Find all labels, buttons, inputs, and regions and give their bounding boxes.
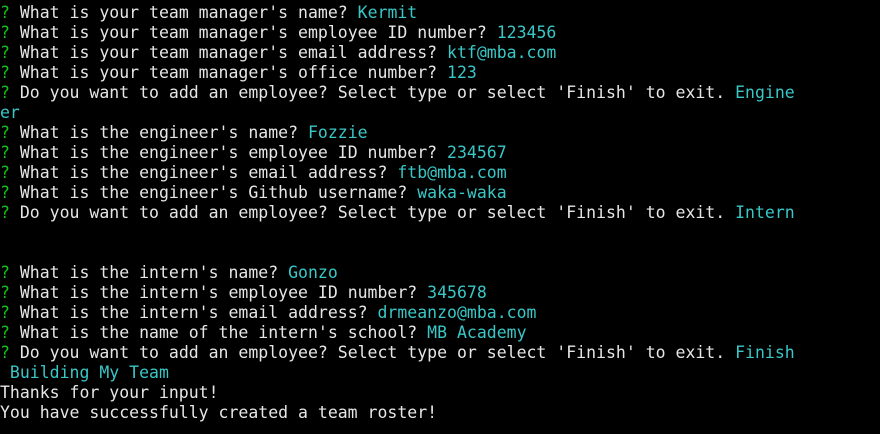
terminal-line-add-employee-2: ? Do you want to add an employee? Select… <box>0 203 880 223</box>
prompt-question: What is your team manager's name? <box>19 3 348 22</box>
prompt-answer: Finish <box>735 343 795 362</box>
prompt-question: What is the engineer's name? <box>19 123 299 142</box>
prompt-question: What is the name of the intern's school? <box>19 323 418 342</box>
terminal-line-manager-name: ? What is your team manager's name? Kerm… <box>0 3 880 23</box>
terminal-line-manager-email: ? What is your team manager's email addr… <box>0 43 880 63</box>
terminal-line-manager-id: ? What is your team manager's employee I… <box>0 23 880 43</box>
terminal-line-engineer-github: ? What is the engineer's Github username… <box>0 183 880 203</box>
prompt-marker: ? <box>0 283 10 302</box>
prompt-question: Do you want to add an employee? Select t… <box>19 203 726 222</box>
prompt-marker: ? <box>0 203 10 222</box>
prompt-marker: ? <box>0 43 10 62</box>
prompt-marker: ? <box>0 23 10 42</box>
prompt-question: What is the engineer's employee ID numbe… <box>19 143 438 162</box>
prompt-marker: ? <box>0 183 10 202</box>
prompt-question: What is the intern's employee ID number? <box>19 283 418 302</box>
terminal-line-engineer-email: ? What is the engineer's email address? … <box>0 163 880 183</box>
terminal-window[interactable]: ? What is your team manager's name? Kerm… <box>0 0 880 434</box>
prompt-answer: ftb@mba.com <box>397 163 507 182</box>
terminal-line-success: You have successfully created a team ros… <box>0 403 880 423</box>
prompt-question: What is your team manager's office numbe… <box>19 63 438 82</box>
terminal-line-intern-school: ? What is the name of the intern's schoo… <box>0 323 880 343</box>
prompt-question: Do you want to add an employee? Select t… <box>19 83 726 102</box>
prompt-answer: Kermit <box>357 3 418 22</box>
prompt-answer: Intern <box>735 203 795 222</box>
prompt-answer: 123 <box>447 63 477 82</box>
terminal-line-intern-email: ? What is the intern's email address? dr… <box>0 303 880 323</box>
prompt-question: What is the engineer's email address? <box>19 163 388 182</box>
prompt-answer: drmeanzo@mba.com <box>377 303 537 322</box>
prompt-answer: 234567 <box>447 143 507 162</box>
prompt-answer: Engine <box>735 83 795 102</box>
terminal-line-add-employee-3: ? Do you want to add an employee? Select… <box>0 343 880 363</box>
prompt-question: What is your team manager's employee ID … <box>19 23 487 42</box>
terminal-line-engineer-id: ? What is the engineer's employee ID num… <box>0 143 880 163</box>
prompt-question: Do you want to add an employee? Select t… <box>19 343 726 362</box>
prompt-marker: ? <box>0 343 10 362</box>
prompt-question: What is the intern's email address? <box>19 303 368 322</box>
prompt-marker: ? <box>0 83 10 102</box>
prompt-marker: ? <box>0 323 10 342</box>
terminal-line-intern-name: ? What is the intern's name? Gonzo <box>0 263 880 283</box>
prompt-question: What is the engineer's Github username? <box>19 183 408 202</box>
status-output: Building My Team <box>0 363 169 382</box>
output-text: Thanks for your input! <box>0 383 219 402</box>
output-text: You have successfully created a team ros… <box>0 403 438 422</box>
prompt-question: What is the intern's name? <box>19 263 279 282</box>
prompt-answer: Gonzo <box>288 263 338 282</box>
terminal-line-thanks: Thanks for your input! <box>0 383 880 403</box>
prompt-marker: ? <box>0 303 10 322</box>
prompt-answer-wrap: er <box>0 103 20 122</box>
prompt-question: What is your team manager's email addres… <box>19 43 438 62</box>
prompt-answer: ktf@mba.com <box>447 43 557 62</box>
prompt-marker: ? <box>0 143 10 162</box>
prompt-answer: Fozzie <box>307 123 368 142</box>
prompt-answer: MB Academy <box>427 323 527 342</box>
prompt-marker: ? <box>0 263 10 282</box>
prompt-marker: ? <box>0 123 10 142</box>
prompt-answer: 123456 <box>496 23 557 42</box>
prompt-marker: ? <box>0 163 10 182</box>
prompt-marker: ? <box>0 63 10 82</box>
terminal-line-building: Building My Team <box>0 363 880 383</box>
terminal-line-wrap: er <box>0 103 880 123</box>
terminal-line-manager-office: ? What is your team manager's office num… <box>0 63 880 83</box>
prompt-marker: ? <box>0 3 10 22</box>
prompt-answer: waka-waka <box>417 183 507 202</box>
terminal-line-intern-id: ? What is the intern's employee ID numbe… <box>0 283 880 303</box>
terminal-line-engineer-name: ? What is the engineer's name? Fozzie <box>0 123 880 143</box>
prompt-answer: 345678 <box>427 283 487 302</box>
terminal-line-add-employee-1: ? Do you want to add an employee? Select… <box>0 83 880 103</box>
